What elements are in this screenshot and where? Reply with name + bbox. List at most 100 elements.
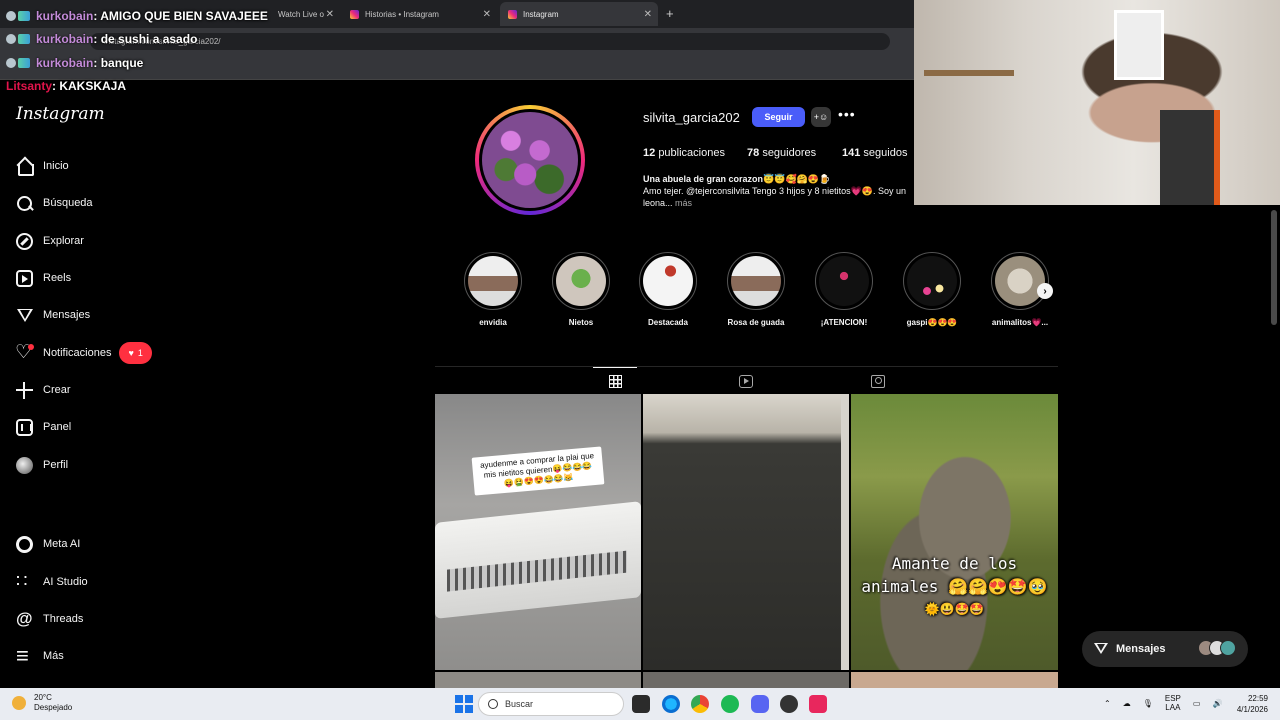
close-icon[interactable]: ✕ [483,9,491,20]
sidebar-item-notificaciones[interactable]: Notificaciones ♥1 [15,339,152,367]
highlight-item[interactable]: gaspi😍😍😍 [903,252,961,327]
post-image [841,394,849,670]
highlight-image [643,256,693,306]
chat-username: Litsanty [6,79,53,94]
sidebar-item-label: Threads [43,613,84,625]
stat-following[interactable]: 141 seguidos [842,147,907,159]
stream-chat-overlay: kurkobain : AMIGO QUE BIEN SAVAJEEE kurk… [0,4,268,98]
highlight-ring [815,252,873,310]
sidebar-item-busqueda[interactable]: Búsqueda [16,189,93,217]
sidebar-item-crear[interactable]: Crear [16,376,71,404]
notification-badge[interactable]: ♥ 1 [119,342,152,364]
sidebar-item-label: Búsqueda [43,197,93,209]
post-tile[interactable]: Amante de los animales 🤗🤗😍🤩🥹 🌞😃🤩🤩 [851,394,1058,670]
instagram-favicon-icon [350,9,359,19]
webcam-detail [1160,110,1220,205]
webcam-detail [1114,10,1164,80]
sidebar-item-inicio[interactable]: Inicio [16,152,69,180]
tab-instagram[interactable]: Instagram ✕ [500,2,658,26]
highlight-ring [639,252,697,310]
highlight-label: Destacada [647,318,689,327]
follow-button[interactable]: Seguir [752,107,805,127]
posts-count: 12 [643,147,656,159]
language-indicator[interactable]: ESP LAA [1165,694,1181,712]
highlight-item[interactable]: ¡ATENCION! [815,252,873,327]
highlight-image [556,256,606,306]
sidebar-item-panel[interactable]: Panel [16,413,71,441]
cloud-icon[interactable]: ☁ [1123,699,1131,708]
highlight-image [731,256,781,306]
system-tray: ⌃ ☁ 🎙 ESP LAA ▭ 🔊 [1104,694,1222,712]
suggest-user-icon[interactable]: +☺ [811,107,831,127]
stat-followers[interactable]: 78 seguidores [747,147,842,159]
tab-tagged[interactable] [856,367,900,395]
plus-icon [16,381,33,399]
profile-tabs [435,366,1058,394]
reels-icon [16,269,33,287]
chrome-icon[interactable] [691,695,709,713]
bio-text: Amo tejer. @tejerconsilvita Tengo 3 hijo… [643,186,907,196]
highlight-ring [991,252,1049,310]
chat-message: kurkobain : banque [0,51,268,75]
windows-start-icon[interactable] [455,695,473,713]
instagram-logo[interactable]: Instagram [16,104,105,124]
weather-desc: Despejado [34,703,73,712]
tagged-icon [871,374,885,388]
spotify-icon[interactable] [721,695,739,713]
sidebar-item-mensajes[interactable]: Mensajes [16,301,90,329]
heart-icon: ♥ [128,348,134,358]
discord-icon[interactable] [751,695,769,713]
task-view-icon[interactable] [632,695,650,713]
sidebar: Instagram Inicio Búsqueda Explorar Reels… [0,80,240,688]
post-tile[interactable]: ayudenme a comprar la plai que mis nieti… [435,394,641,670]
tab-posts[interactable] [593,367,637,395]
stat-posts[interactable]: 12 publicaciones [643,147,747,159]
sidebar-item-reels[interactable]: Reels [16,264,71,292]
highlight-ring [903,252,961,310]
tab-reels[interactable] [724,367,768,395]
obs-icon[interactable] [780,695,798,713]
bio-more-link[interactable]: más [675,198,692,208]
highlight-item[interactable]: Destacada [639,252,697,327]
close-icon[interactable]: ✕ [644,9,652,20]
microphone-icon[interactable]: 🎙 [1143,699,1153,708]
profile-username: silvita_garcia202 [643,110,740,125]
sidebar-item-label: Panel [43,421,72,433]
more-options-icon[interactable]: ••• [838,106,856,122]
sidebar-item-threads[interactable]: Threads [16,605,83,633]
recent-chats-avatars [1198,640,1236,656]
chevron-right-icon[interactable]: › [1037,283,1053,299]
sidebar-item-perfil[interactable]: Perfil [16,451,68,479]
edge-icon[interactable] [662,695,680,713]
chat-text: : banque [93,55,144,70]
highlight-item[interactable]: Rosa de guada [727,252,785,327]
new-tab-icon[interactable]: + [666,6,674,21]
followers-label: seguidores [762,147,817,159]
tab-historias[interactable]: Historias • Instagram ✕ [342,2,497,26]
monitor-icon[interactable]: ▭ [1193,699,1201,708]
highlight-item[interactable]: envidia [464,252,522,327]
clock-time: 22:59 [1247,694,1268,703]
taskbar-clock[interactable]: 22:59 4/1/2026 [1237,693,1268,715]
sidebar-item-mas[interactable]: Más [16,642,64,670]
weather-widget[interactable]: 20°C Despejado [12,693,72,713]
highlight-image [907,256,957,306]
sidebar-item-ai-studio[interactable]: AI Studio [16,568,88,596]
volume-icon[interactable]: 🔊 [1212,699,1222,708]
notification-count: 1 [137,348,143,358]
tiktok-icon[interactable] [809,695,827,713]
messages-widget[interactable]: Mensajes [1082,631,1248,667]
highlight-item[interactable]: Nietos [552,252,610,327]
close-icon[interactable]: ✕ [326,9,334,20]
sidebar-item-label: Más [43,650,64,662]
taskbar-search[interactable]: Buscar [478,692,624,716]
chevron-up-icon[interactable]: ⌃ [1104,699,1111,708]
profile-avatar[interactable] [475,105,585,215]
sidebar-item-explorar[interactable]: Explorar [16,227,84,255]
post-image-detail [447,550,627,592]
highlight-label: Nietos [568,318,594,327]
profile-stats: 12 publicaciones 78 seguidores 141 segui… [643,147,907,159]
sidebar-item-meta-ai[interactable]: Meta AI [16,530,80,558]
post-tile[interactable] [643,394,849,670]
page-scrollbar[interactable] [1271,210,1277,325]
